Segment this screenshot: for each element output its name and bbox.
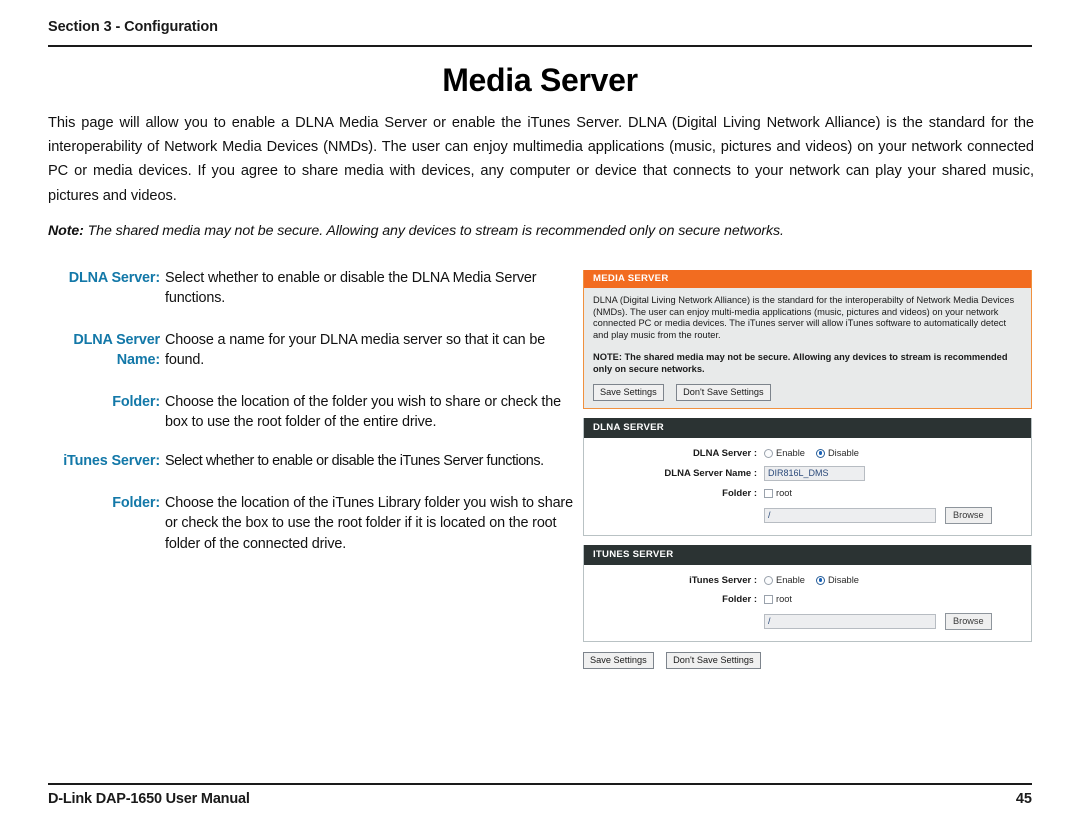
dlna-server-name-label: DLNA Server Name : [664, 467, 757, 479]
dlna-server-label: DLNA Server : [692, 447, 757, 459]
dlna-server-name-row: DLNA Server Name : DIR816L_DMS [593, 465, 1022, 481]
itunes-browse-button[interactable]: Browse [945, 612, 992, 630]
itunes-folder-row: Folder : root [593, 593, 1022, 606]
note-line: Note: The shared media may not be secure… [48, 221, 1034, 241]
definition-term: DLNA Server Name: [73, 331, 160, 369]
panel-gap [583, 409, 1032, 418]
page-title: Media Server [442, 62, 638, 98]
definition-description: Choose the location of the iTunes Librar… [165, 494, 573, 552]
radio-unselected-icon[interactable] [764, 448, 773, 458]
dlna-path-row: / Browse [593, 506, 1022, 524]
definition-term: Folder: [112, 393, 160, 410]
definition-row-dlna-server: DLNA Server: Select whether to enable or… [48, 268, 576, 309]
itunes-server-body: iTunes Server : Enable Disable Folder : [584, 565, 1031, 641]
dlna-enable-label: Enable [776, 448, 805, 459]
dlna-server-name-input[interactable]: DIR816L_DMS [764, 465, 865, 481]
definition-term: iTunes Server: [63, 453, 160, 470]
definition-row-dlna-folder: Folder: Choose the location of the folde… [48, 392, 576, 433]
itunes-root-label: root [776, 594, 793, 605]
media-server-button-row: Save Settings Don't Save Settings [584, 376, 1031, 408]
itunes-server-label: iTunes Server : [689, 574, 757, 586]
dlna-server-heading: DLNA SERVER [584, 417, 1031, 438]
screenshot-footer-button-row: Save Settings Don't Save Settings [583, 642, 1032, 669]
dlna-server-body: DLNA Server : Enable Disable DLNA Server… [584, 438, 1031, 535]
dont-save-settings-button[interactable]: Don't Save Settings [666, 651, 761, 669]
definition-row-dlna-server-name: DLNA Server Name: Choose a name for your… [48, 330, 576, 371]
running-head: Section 3 - Configuration [48, 19, 218, 35]
header-rule [48, 45, 1032, 47]
dlna-browse-button[interactable]: Browse [945, 506, 992, 524]
definition-term: DLNA Server: [68, 270, 160, 286]
definition-description: Choose the location of the folder you wi… [165, 393, 561, 431]
itunes-enable-option[interactable]: Enable [764, 575, 805, 585]
itunes-root-option[interactable]: root [764, 594, 792, 604]
itunes-folder-label: Folder : [722, 593, 757, 605]
dlna-server-enable-row: DLNA Server : Enable Disable [593, 447, 1022, 460]
dlna-root-option[interactable]: root [764, 488, 792, 498]
dlna-server-radio-group: Enable Disable [764, 448, 1022, 458]
definition-list: DLNA Server: Select whether to enable or… [48, 268, 576, 574]
dlna-disable-label: Disable [827, 448, 859, 459]
radio-unselected-icon[interactable] [764, 575, 773, 585]
itunes-disable-option[interactable]: Disable [815, 575, 859, 586]
itunes-path-row: / Browse [593, 612, 1022, 630]
itunes-server-panel: ITUNES SERVER iTunes Server : Enable Dis… [583, 544, 1032, 642]
definition-description: Select whether to enable or disable the … [165, 453, 544, 470]
media-server-note: NOTE: The shared media may not be secure… [593, 352, 1008, 374]
media-server-heading: MEDIA SERVER [584, 270, 1031, 288]
definition-row-itunes-server: iTunes Server: Select whether to enable … [48, 451, 576, 471]
checkbox-unchecked-icon[interactable] [764, 488, 773, 498]
panel-gap [583, 536, 1032, 545]
definition-description: Select whether to enable or disable the … [165, 270, 537, 307]
definition-row-itunes-folder: Folder: Choose the location of the iTune… [48, 493, 576, 554]
intro-paragraph: This page will allow you to enable a DLN… [48, 115, 1034, 204]
note-label: Note: [48, 223, 84, 239]
footer-page-number: 45 [1015, 791, 1032, 807]
footer-rule [48, 783, 1032, 785]
checkbox-unchecked-icon[interactable] [764, 594, 773, 604]
media-server-description: DLNA (Digital Living Network Alliance) i… [593, 295, 1015, 340]
dlna-root-label: root [776, 488, 793, 499]
dlna-disable-option[interactable]: Disable [815, 448, 859, 459]
itunes-server-enable-row: iTunes Server : Enable Disable [593, 574, 1022, 587]
definition-description: Choose a name for your DLNA media server… [165, 331, 546, 369]
dont-save-settings-button[interactable]: Don't Save Settings [676, 383, 771, 401]
dlna-server-panel: DLNA SERVER DLNA Server : Enable Disable [583, 417, 1032, 536]
dlna-folder-row: Folder : root [593, 487, 1022, 500]
save-settings-button[interactable]: Save Settings [593, 383, 664, 401]
dlna-enable-option[interactable]: Enable [764, 448, 805, 458]
definition-term: Folder: [112, 494, 160, 511]
router-ui-screenshot: MEDIA SERVER DLNA (Digital Living Networ… [583, 270, 1032, 669]
itunes-enable-label: Enable [776, 575, 805, 586]
note-text: The shared media may not be secure. Allo… [87, 223, 784, 239]
media-server-panel: MEDIA SERVER DLNA (Digital Living Networ… [583, 270, 1032, 409]
dlna-folder-label: Folder : [722, 487, 757, 499]
manual-page: Section 3 - Configuration Media Server T… [0, 0, 1080, 834]
itunes-server-heading: ITUNES SERVER [584, 544, 1031, 565]
save-settings-button[interactable]: Save Settings [583, 651, 654, 669]
itunes-folder-path-input[interactable]: / [764, 613, 936, 629]
itunes-disable-label: Disable [827, 575, 859, 586]
radio-selected-icon[interactable] [815, 448, 825, 458]
media-server-body: DLNA (Digital Living Network Alliance) i… [584, 288, 1031, 376]
radio-selected-icon[interactable] [815, 575, 825, 585]
dlna-folder-path-input[interactable]: / [764, 507, 936, 523]
itunes-server-radio-group: Enable Disable [764, 575, 1022, 585]
footer-manual-title: D-Link DAP-1650 User Manual [48, 791, 250, 807]
